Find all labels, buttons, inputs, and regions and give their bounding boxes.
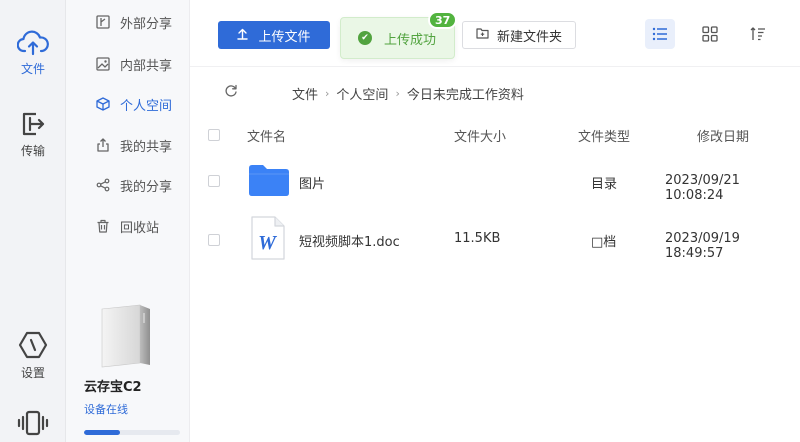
column-header-size[interactable]: 文件大小: [454, 126, 506, 145]
sort-button[interactable]: [743, 19, 773, 49]
transfer-icon: [22, 112, 45, 136]
cube-icon: [96, 97, 110, 111]
folder-icon: [249, 165, 289, 196]
trash-icon: [96, 219, 110, 233]
settings-hexagon-icon: [18, 331, 48, 359]
column-header-name[interactable]: 文件名: [247, 126, 286, 145]
nas-device-image: [101, 304, 150, 368]
sidebar-item-label: 我的共享: [120, 139, 173, 155]
toast-count-badge: 37: [428, 11, 458, 29]
external-share-icon: [96, 15, 110, 29]
sidebar-item-my-share[interactable]: 我的分享: [66, 167, 190, 203]
sort-icon: [750, 27, 765, 41]
file-name[interactable]: 图片: [299, 173, 325, 192]
grid-icon: [702, 26, 718, 42]
check-circle-icon: ✔: [358, 31, 372, 45]
row-checkbox[interactable]: [208, 175, 220, 187]
rail-transfer-label: 传输: [20, 144, 45, 158]
column-header-type[interactable]: 文件类型: [578, 126, 630, 145]
breadcrumb-item[interactable]: 文件: [292, 84, 318, 103]
breadcrumb-item[interactable]: 今日未完成工作资料: [407, 84, 524, 103]
share-nodes-icon: [96, 178, 110, 192]
table-row[interactable]: W 短视频脚本1.doc 11.5KB □档 2023/09/19 18:49:…: [190, 210, 800, 268]
list-view-button[interactable]: [645, 19, 675, 49]
svg-text:W: W: [258, 232, 277, 254]
row-checkbox[interactable]: [208, 234, 220, 246]
sidebar-item-label: 内部共享: [120, 58, 173, 74]
rail-settings-label: 设置: [20, 366, 45, 380]
file-name[interactable]: 短视频脚本1.doc: [299, 231, 400, 250]
cloud-upload-icon: [17, 30, 49, 56]
table-row[interactable]: 图片 目录 2023/09/21 10:08:24: [190, 152, 800, 210]
new-folder-button[interactable]: 新建文件夹: [462, 21, 576, 49]
sidebar-item-my-shared[interactable]: 我的共享: [66, 127, 190, 163]
rail-item-files[interactable]: 文件: [0, 30, 66, 77]
sidebar-item-external-share[interactable]: 外部分享: [66, 4, 190, 40]
rail-item-transfer[interactable]: 传输: [0, 110, 66, 159]
file-modified: 2023/09/19 18:49:57: [665, 231, 740, 261]
sidebar-item-internal-share[interactable]: 内部共享: [66, 46, 190, 82]
sidebar-item-label: 外部分享: [120, 16, 173, 32]
column-header-modified[interactable]: 修改日期: [697, 126, 749, 145]
file-type: □档: [591, 235, 617, 250]
side-nav: 外部分享 内部共享 个人空间 我的共享 我的分享 回收站 云存宝C2 设备在线: [66, 0, 190, 442]
left-rail: 文件 传输 设置: [0, 0, 66, 442]
breadcrumb: 文件 › 个人空间 › 今日未完成工作资料: [292, 84, 524, 103]
folder-plus-icon: [476, 27, 489, 43]
rail-files-label: 文件: [20, 62, 45, 76]
new-folder-label: 新建文件夹: [496, 29, 562, 45]
sidebar-item-label: 回收站: [120, 220, 160, 236]
sidebar-item-label: 我的分享: [120, 179, 173, 195]
sidebar-item-recycle-bin[interactable]: 回收站: [66, 208, 190, 244]
chevron-right-icon: ›: [395, 87, 400, 100]
word-doc-icon: W: [251, 216, 285, 260]
toolbar-divider: [190, 66, 800, 67]
breadcrumb-item[interactable]: 个人空间: [336, 84, 388, 103]
select-all-checkbox[interactable]: [208, 129, 220, 141]
file-size: 11.5KB: [454, 231, 501, 246]
sidebar-item-personal-space[interactable]: 个人空间: [66, 86, 190, 122]
device-name: 云存宝C2: [84, 380, 142, 395]
storage-progress-bar: [84, 430, 180, 435]
image-icon: [96, 57, 110, 71]
upload-arrow-icon: [237, 28, 249, 43]
rail-item-vibrate[interactable]: [0, 410, 66, 436]
rail-item-settings[interactable]: 设置: [0, 330, 66, 381]
file-modified: 2023/09/21 10:08:24: [665, 173, 740, 203]
storage-progress-fill: [84, 430, 121, 435]
main-panel: 上传文件 新建文件夹 ✔ 上传成功 37 文件 › 个人空间 › 今日未完成工作…: [190, 0, 800, 442]
upload-file-label: 上传文件: [258, 29, 311, 45]
toast-label: 上传成功: [384, 32, 437, 48]
sidebar-item-label: 个人空间: [120, 98, 173, 114]
vibrate-icon: [17, 410, 49, 436]
grid-view-button[interactable]: [695, 19, 725, 49]
chevron-right-icon: ›: [325, 87, 330, 100]
upload-file-button[interactable]: 上传文件: [218, 21, 330, 49]
refresh-icon[interactable]: [224, 84, 238, 98]
file-type: 目录: [591, 177, 618, 192]
upload-share-icon: [96, 138, 110, 152]
device-status: 设备在线: [84, 403, 128, 416]
list-icon: [652, 27, 667, 41]
